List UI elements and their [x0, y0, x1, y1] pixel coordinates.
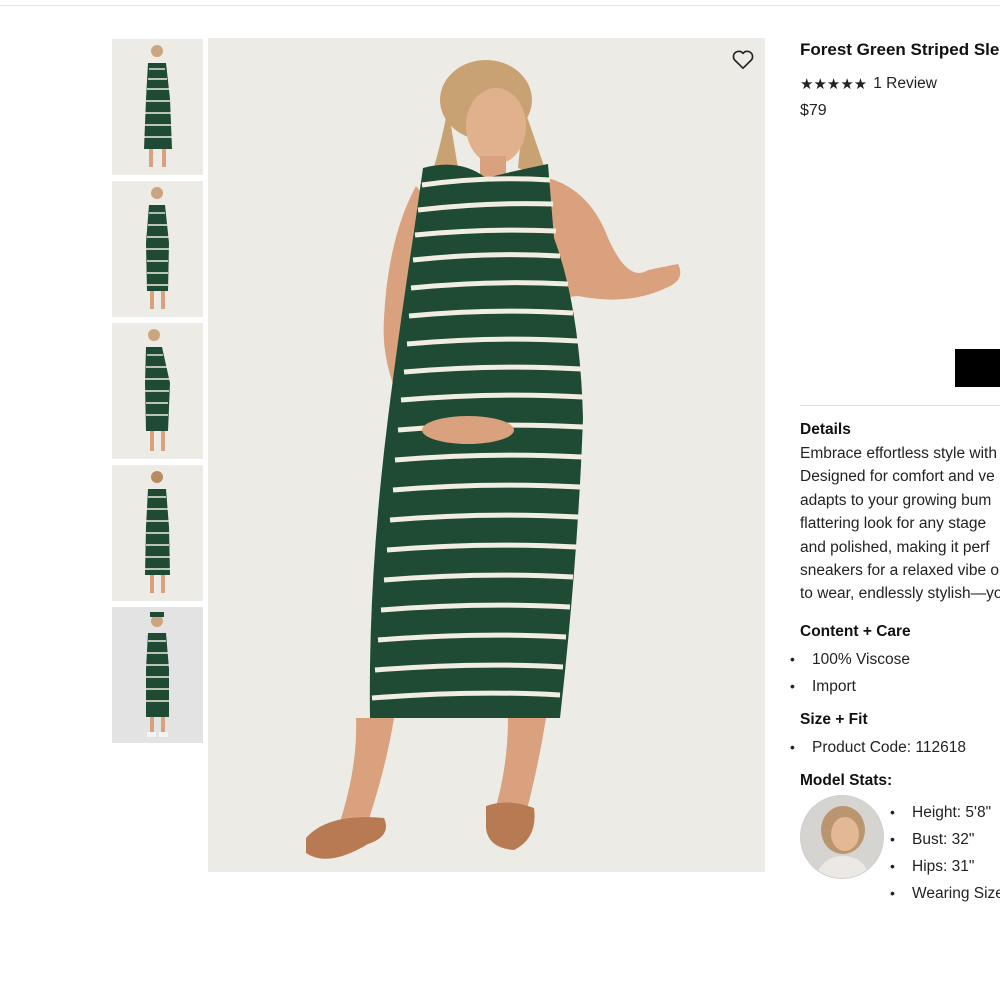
rating-row: ★★★★★ 1 Review [800, 74, 1000, 94]
product-info: Forest Green Striped Sle ★★★★★ 1 Review … [800, 38, 1000, 122]
thumbnail-image [145, 471, 170, 593]
thumbnail-4[interactable] [112, 465, 203, 601]
product-details: Details Embrace effortless style with De… [790, 420, 1000, 907]
size-fit-section: Size + Fit Product Code: 112618 [790, 710, 1000, 761]
details-line: sneakers for a relaxed vibe o [800, 562, 1000, 580]
size-fit-list: Product Code: 112618 [790, 734, 1000, 761]
details-line: to wear, endlessly stylish—yo [800, 585, 1000, 603]
product-price: $79 [800, 102, 827, 119]
reviews-link[interactable]: 1 Review [873, 75, 937, 93]
details-line: Designed for comfort and ve [800, 468, 995, 486]
content-care-list: 100% Viscose Import [790, 646, 1000, 700]
model-size: Wearing Size [890, 880, 1000, 907]
details-line: and polished, making it perf [800, 538, 990, 556]
main-product-image[interactable] [208, 38, 765, 872]
content-care-section: Content + Care 100% Viscose Import [790, 622, 1000, 700]
model-stats-list: Height: 5'8" Bust: 32" Hips: 31" Wearing… [890, 799, 1000, 907]
thumbnail-3[interactable] [112, 323, 203, 459]
details-heading: Details [800, 421, 851, 438]
thumbnail-image [144, 45, 172, 167]
details-description: Embrace effortless style with Designed f… [800, 442, 1000, 606]
details-line: flattering look for any stage [800, 515, 987, 533]
model-bust: Bust: 32" [890, 826, 1000, 853]
star-rating-icon: ★★★★★ [800, 76, 868, 93]
model-stats-row: Height: 5'8" Bust: 32" Hips: 31" Wearing… [800, 794, 1000, 907]
product-title: Forest Green Striped Sle [800, 40, 1000, 59]
header-bar [0, 0, 1000, 6]
list-item: Import [790, 673, 1000, 700]
heart-icon[interactable] [730, 46, 756, 72]
model-figure [306, 60, 681, 859]
thumbnail-1[interactable] [112, 39, 203, 175]
model-avatar-image [801, 795, 883, 878]
model-stats-section: Model Stats: Height: 5'8" Bust: 32" Hips… [800, 771, 1000, 907]
thumbnail-5[interactable] [112, 607, 203, 743]
details-line: adapts to your growing bum [800, 491, 992, 509]
section-divider [800, 405, 1000, 406]
thumbnail-image [146, 187, 169, 309]
details-line: Embrace effortless style with [800, 445, 997, 462]
content-care-heading: Content + Care [800, 622, 911, 640]
thumbnail-image [146, 612, 169, 737]
thumbnail-image [145, 329, 170, 451]
model-height: Height: 5'8" [890, 799, 1000, 826]
model-stats-heading: Model Stats: [800, 771, 893, 789]
product-code: Product Code: 112618 [790, 734, 1000, 761]
thumbnail-list [112, 39, 203, 749]
model-hips: Hips: 31" [890, 853, 1000, 880]
avatar [800, 794, 884, 879]
size-fit-heading: Size + Fit [800, 710, 868, 728]
thumbnail-2[interactable] [112, 181, 203, 317]
list-item: 100% Viscose [790, 646, 1000, 673]
add-to-bag-button[interactable] [955, 349, 1000, 387]
